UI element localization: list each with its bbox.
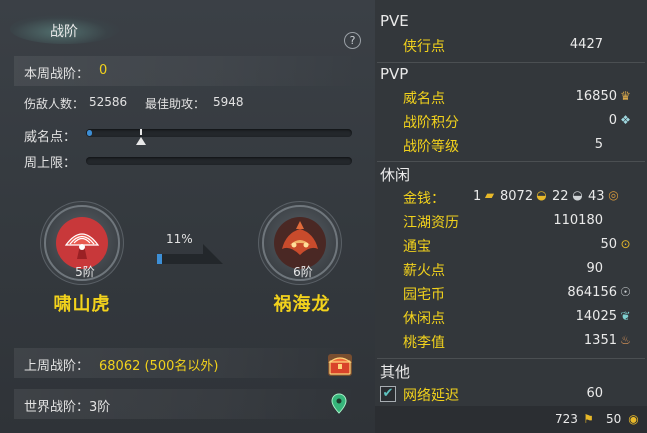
gold-bar-icon: ▰ xyxy=(484,188,495,202)
rank-progress-fill xyxy=(157,254,162,264)
next-rank-level: 6阶 xyxy=(293,265,313,279)
pve-item-value: 4427 xyxy=(569,37,603,52)
rank-score-icon: ❖ xyxy=(620,113,631,127)
leisure-item-value: 110180 xyxy=(553,213,603,228)
pvp-item-label: 战阶积分 xyxy=(403,115,459,131)
gold-value: 8072 xyxy=(500,189,534,204)
peach-icon: ♨ xyxy=(620,333,631,347)
current-rank-name: 啸山虎 xyxy=(53,294,111,315)
bottom-value-1: 723 xyxy=(555,412,578,426)
copper-coin-icon: ◎ xyxy=(608,188,619,202)
pvp-item-label: 战阶等级 xyxy=(403,139,459,155)
panel-title: 战阶 xyxy=(50,24,78,40)
assist-label: 最佳助攻： xyxy=(145,97,206,111)
leisure-item-value: 1351 xyxy=(583,333,617,348)
leisure-item-value: 864156 xyxy=(567,285,617,300)
leisure-item-value: 90 xyxy=(586,261,603,276)
gold-bar-value: 1 xyxy=(473,189,482,204)
leisure-item-label: 园宅币 xyxy=(403,287,445,303)
next-rank-name: 祸海龙 xyxy=(273,294,331,315)
rank-panel: 战阶 ? 本周战阶： 0 伤敌人数： 52586 最佳助攻： 5948 威名点：… xyxy=(0,0,375,433)
leisure-item-value: 50 xyxy=(600,237,617,252)
prestige-bar-fill xyxy=(87,130,92,136)
home-coin-icon: ☉ xyxy=(620,285,631,299)
copper-value: 43 xyxy=(588,189,605,204)
other-item-label: 网络延迟 xyxy=(403,388,459,404)
pvp-item-value: 5 xyxy=(594,137,603,152)
network-latency-checkbox[interactable]: ✔ xyxy=(380,386,396,402)
pvp-item-value: 16850 xyxy=(575,89,617,104)
silver-value: 22 xyxy=(552,189,569,204)
leisure-item-label: 桃李值 xyxy=(403,335,445,351)
leisure-item-value: 14025 xyxy=(575,309,617,324)
help-button[interactable]: ? xyxy=(344,32,361,49)
pvp-header: PVP xyxy=(380,65,409,83)
weekly-cap-marker-stem xyxy=(140,129,142,135)
pvp-item-label: 威名点 xyxy=(403,91,445,107)
prestige-icon: ♛ xyxy=(620,89,631,103)
section-divider xyxy=(377,358,645,359)
prestige-label: 威名点： xyxy=(24,130,77,145)
world-rank-text: 世界战阶：3阶 xyxy=(24,400,111,415)
leisure-point-icon: ❦ xyxy=(620,309,631,323)
leisure-item-label: 通宝 xyxy=(403,239,431,255)
week-rank-label: 本周战阶： xyxy=(24,67,90,82)
flag-icon: ⚑ xyxy=(583,412,594,426)
bottom-value-2: 50 xyxy=(606,412,622,426)
rank-progress-track xyxy=(157,254,205,264)
last-week-label: 上周战阶： xyxy=(24,359,90,374)
bottom-bar: 723 ⚑ 50 ◉ xyxy=(375,406,647,433)
leisure-item-label: 江湖资历 xyxy=(403,215,459,231)
weekly-cap-label: 周上限： xyxy=(24,156,77,171)
pve-item-label: 侠行点 xyxy=(403,39,445,55)
pve-header: PVE xyxy=(380,12,409,30)
last-week-value: 68062 (500名以外) xyxy=(99,359,219,374)
coin-icon: ◉ xyxy=(628,412,639,426)
rank-progress-text: 11% xyxy=(166,232,193,246)
assist-value: 5948 xyxy=(213,95,244,109)
rank-progress-arrow xyxy=(203,244,223,264)
other-header: 其他 xyxy=(380,363,411,381)
panel-title-bar: 战阶 ? xyxy=(0,10,375,49)
currency-panel: PVE 侠行点 4427 PVP 威名点 16850 ♛ 战阶积分 0 ❖ 战阶… xyxy=(375,0,647,433)
weekly-cap-bar xyxy=(86,157,352,165)
silver-ingot-icon: ◒ xyxy=(572,188,583,202)
treasure-chest-icon[interactable] xyxy=(326,352,354,378)
other-item-value: 60 xyxy=(586,386,603,401)
leisure-item-label: 休闲点 xyxy=(403,311,445,327)
gold-ingot-icon: ◒ xyxy=(536,188,547,202)
pvp-item-value: 0 xyxy=(608,113,617,128)
tongbao-coin-icon: ⊙ xyxy=(620,237,631,251)
section-divider xyxy=(377,161,645,162)
current-rank-level: 5阶 xyxy=(75,265,95,279)
injure-value: 52586 xyxy=(89,95,128,109)
rank-progress-bar xyxy=(157,244,223,266)
leisure-item-label: 薪火点 xyxy=(403,263,445,279)
location-pin-icon[interactable] xyxy=(331,393,347,415)
week-rank-value: 0 xyxy=(99,63,108,78)
prestige-bar xyxy=(86,129,352,137)
weekly-cap-marker xyxy=(136,137,146,145)
injure-label: 伤敌人数： xyxy=(24,97,85,111)
money-label: 金钱： xyxy=(403,191,445,207)
leisure-header: 休闲 xyxy=(380,166,411,184)
section-divider xyxy=(377,62,645,63)
